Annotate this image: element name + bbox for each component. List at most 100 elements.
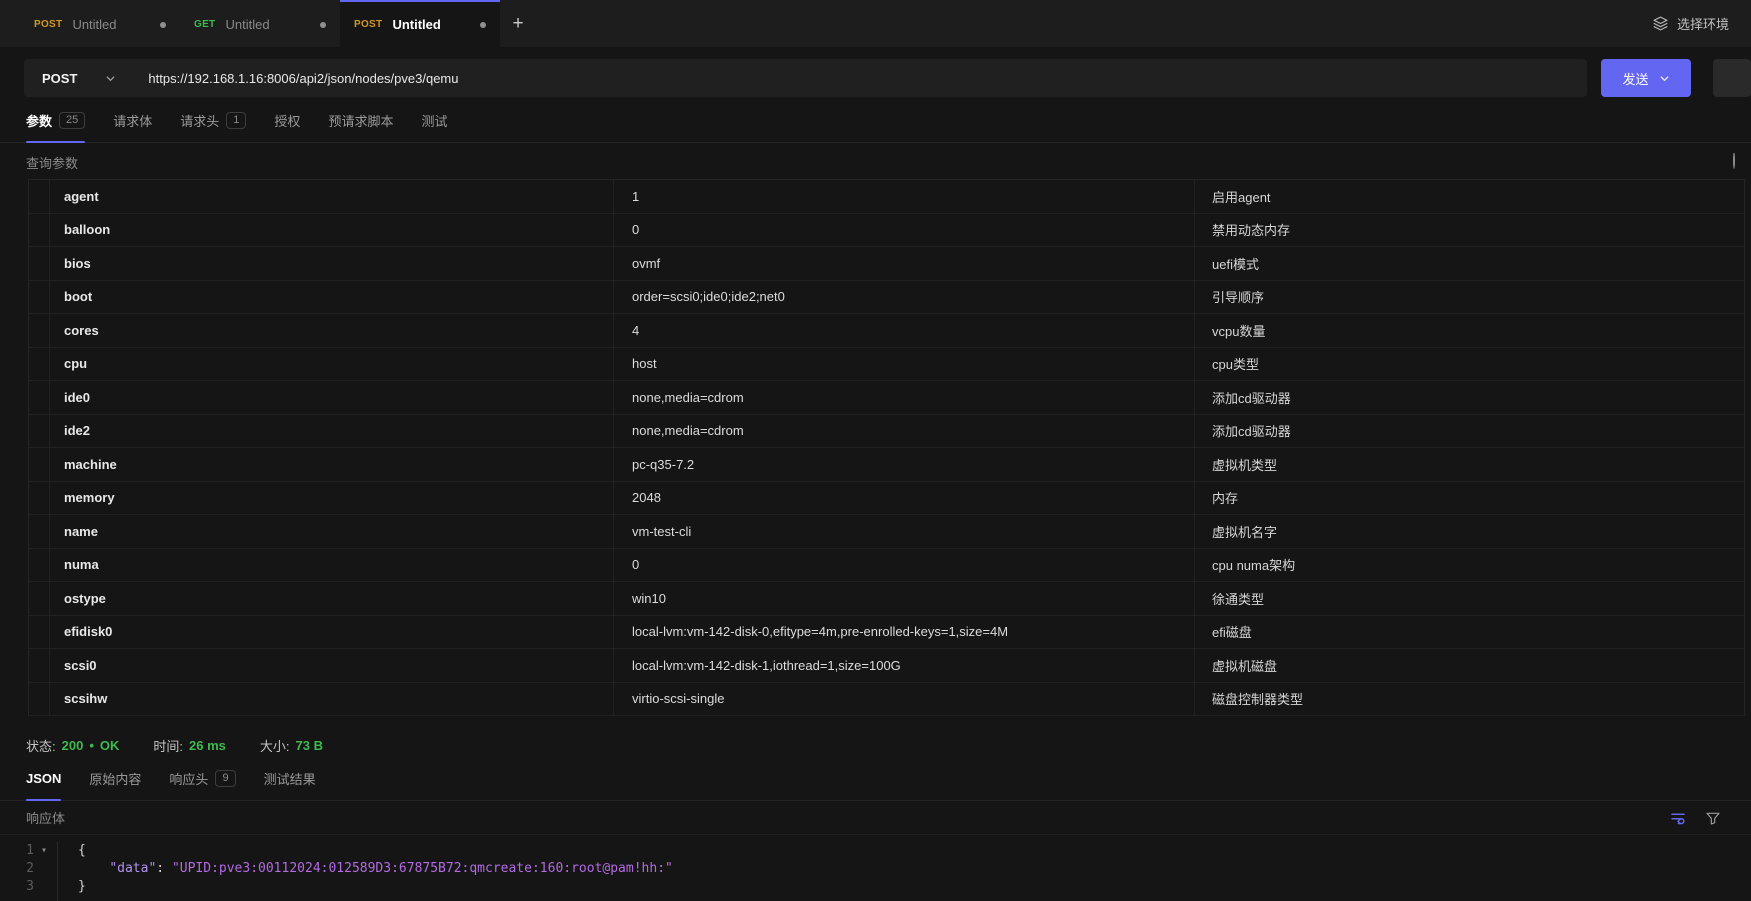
- param-handle-cell[interactable]: [29, 482, 49, 515]
- param-name-cell[interactable]: memory: [49, 482, 613, 515]
- param-handle-cell[interactable]: [29, 448, 49, 481]
- param-name-cell[interactable]: balloon: [49, 214, 613, 247]
- param-handle-cell[interactable]: [29, 549, 49, 582]
- param-value-cell[interactable]: virtio-scsi-single: [613, 683, 1194, 716]
- param-value-cell[interactable]: none,media=cdrom: [613, 415, 1194, 448]
- request-tab[interactable]: GETUntitled: [180, 0, 340, 47]
- param-desc-cell[interactable]: 引导顺序: [1194, 281, 1744, 314]
- config-tab[interactable]: 测试: [421, 111, 447, 142]
- param-desc-cell[interactable]: cpu numa架构: [1194, 549, 1744, 582]
- param-name-cell[interactable]: ide0: [49, 381, 613, 414]
- send-button[interactable]: 发送: [1601, 59, 1691, 97]
- param-desc-cell[interactable]: 虚拟机类型: [1194, 448, 1744, 481]
- param-name-cell[interactable]: scsihw: [49, 683, 613, 716]
- param-value-cell[interactable]: local-lvm:vm-142-disk-0,efitype=4m,pre-e…: [613, 616, 1194, 649]
- param-desc-cell[interactable]: 虚拟机磁盘: [1194, 649, 1744, 682]
- param-name-cell[interactable]: scsi0: [49, 649, 613, 682]
- config-tab[interactable]: 预请求脚本: [328, 111, 393, 142]
- param-name-cell[interactable]: boot: [49, 281, 613, 314]
- param-value-cell[interactable]: none,media=cdrom: [613, 381, 1194, 414]
- param-value-cell[interactable]: 4: [613, 314, 1194, 347]
- collapse-caret-icon[interactable]: ▾: [34, 842, 54, 860]
- param-value-cell[interactable]: pc-q35-7.2: [613, 448, 1194, 481]
- method-dropdown[interactable]: POST: [24, 71, 77, 86]
- param-handle-cell[interactable]: [29, 616, 49, 649]
- response-tab[interactable]: 响应头9: [169, 769, 235, 800]
- param-handle-cell[interactable]: [29, 214, 49, 247]
- status-text: OK: [100, 738, 120, 753]
- config-tab[interactable]: 授权: [274, 111, 300, 142]
- param-handle-cell[interactable]: [29, 247, 49, 280]
- param-desc-cell[interactable]: uefi模式: [1194, 247, 1744, 280]
- json-token-plain: {: [78, 843, 86, 858]
- word-wrap-icon[interactable]: [1669, 809, 1687, 827]
- param-name-cell[interactable]: agent: [49, 180, 613, 213]
- url-input[interactable]: https://192.168.1.16:8006/api2/json/node…: [148, 71, 458, 86]
- param-name-cell[interactable]: bios: [49, 247, 613, 280]
- param-value-cell[interactable]: order=scsi0;ide0;ide2;net0: [613, 281, 1194, 314]
- param-desc-cell[interactable]: 内存: [1194, 482, 1744, 515]
- config-tab-label: 请求体: [113, 111, 152, 130]
- param-desc-cell[interactable]: 徐通类型: [1194, 582, 1744, 615]
- param-handle-cell[interactable]: [29, 381, 49, 414]
- param-name-cell[interactable]: cores: [49, 314, 613, 347]
- response-tab[interactable]: JSON: [26, 769, 61, 800]
- param-value-cell[interactable]: 2048: [613, 482, 1194, 515]
- param-handle-cell[interactable]: [29, 415, 49, 448]
- response-tab[interactable]: 测试结果: [264, 769, 316, 800]
- param-name-cell[interactable]: name: [49, 515, 613, 548]
- config-tab[interactable]: 请求头1: [180, 111, 246, 142]
- param-desc-cell[interactable]: 禁用动态内存: [1194, 214, 1744, 247]
- json-response-viewer[interactable]: 1▾23 { "data": "UPID:pve3:00112024:01258…: [0, 835, 1751, 901]
- param-handle-cell[interactable]: [29, 582, 49, 615]
- line-number: 1: [0, 842, 34, 860]
- param-value-cell[interactable]: 0: [613, 549, 1194, 582]
- param-name-cell[interactable]: ostype: [49, 582, 613, 615]
- param-name-cell[interactable]: cpu: [49, 348, 613, 381]
- environment-selector[interactable]: 选择环境: [1652, 0, 1751, 47]
- response-status-bar: 状态: 200 • OK 时间: 26 ms 大小: 73 B: [0, 736, 1751, 755]
- param-handle-cell[interactable]: [29, 314, 49, 347]
- param-handle-cell[interactable]: [29, 683, 49, 716]
- filter-icon[interactable]: [1705, 810, 1721, 826]
- response-tab[interactable]: 原始内容: [89, 769, 141, 800]
- param-value-cell[interactable]: 1: [613, 180, 1194, 213]
- param-value-cell[interactable]: host: [613, 348, 1194, 381]
- line-number: 2: [0, 860, 34, 878]
- param-value-cell[interactable]: win10: [613, 582, 1194, 615]
- param-handle-cell[interactable]: [29, 348, 49, 381]
- config-tab[interactable]: 参数25: [26, 111, 85, 142]
- param-handle-cell[interactable]: [29, 281, 49, 314]
- help-circle-icon[interactable]: [1733, 153, 1745, 171]
- param-desc-cell[interactable]: cpu类型: [1194, 348, 1744, 381]
- param-name-cell[interactable]: machine: [49, 448, 613, 481]
- url-input-box: POST https://192.168.1.16:8006/api2/json…: [24, 59, 1587, 97]
- param-name-cell[interactable]: ide2: [49, 415, 613, 448]
- request-tab[interactable]: POSTUntitled: [20, 0, 180, 47]
- param-name-cell[interactable]: numa: [49, 549, 613, 582]
- time-label: 时间:: [153, 736, 183, 755]
- param-desc-cell[interactable]: 添加cd驱动器: [1194, 381, 1744, 414]
- param-desc-cell[interactable]: 磁盘控制器类型: [1194, 683, 1744, 716]
- param-row: efidisk0local-lvm:vm-142-disk-0,efitype=…: [29, 616, 1744, 650]
- request-tab[interactable]: POSTUntitled: [340, 0, 500, 47]
- param-value-cell[interactable]: 0: [613, 214, 1194, 247]
- caret-spacer: [34, 860, 54, 878]
- param-desc-cell[interactable]: 添加cd驱动器: [1194, 415, 1744, 448]
- method-chevron-down-icon[interactable]: [105, 73, 116, 84]
- param-value-cell[interactable]: vm-test-cli: [613, 515, 1194, 548]
- config-tab[interactable]: 请求体: [113, 111, 152, 142]
- param-desc-cell[interactable]: vcpu数量: [1194, 314, 1744, 347]
- param-handle-cell[interactable]: [29, 180, 49, 213]
- param-handle-cell[interactable]: [29, 649, 49, 682]
- param-value-cell[interactable]: local-lvm:vm-142-disk-1,iothread=1,size=…: [613, 649, 1194, 682]
- param-desc-cell[interactable]: 虚拟机名字: [1194, 515, 1744, 548]
- param-value-cell[interactable]: ovmf: [613, 247, 1194, 280]
- param-name-cell[interactable]: efidisk0: [49, 616, 613, 649]
- param-handle-cell[interactable]: [29, 515, 49, 548]
- param-desc-cell[interactable]: efi磁盘: [1194, 616, 1744, 649]
- extra-actions-button-partial[interactable]: [1713, 59, 1751, 97]
- time-group: 时间: 26 ms: [153, 736, 226, 755]
- param-desc-cell[interactable]: 启用agent: [1194, 180, 1744, 213]
- new-tab-button[interactable]: +: [500, 0, 536, 47]
